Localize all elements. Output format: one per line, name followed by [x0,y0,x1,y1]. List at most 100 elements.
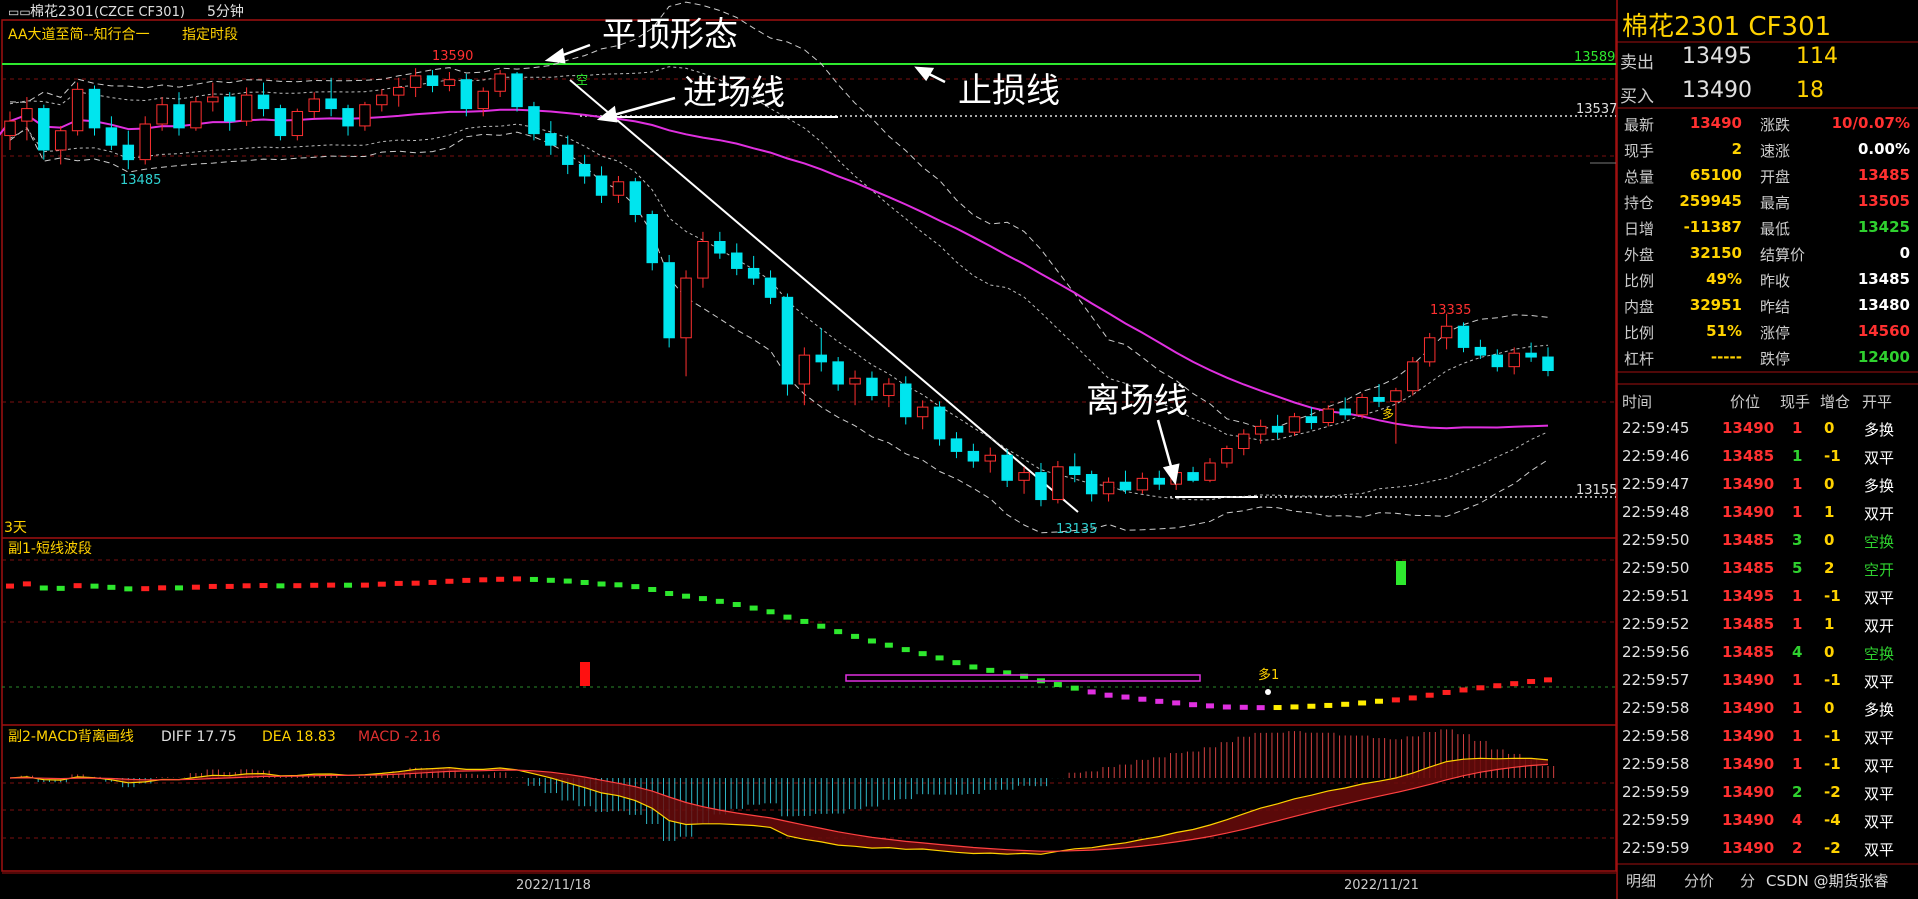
sub2-title[interactable]: 副2-MACD背离画线 [8,728,134,745]
stat-label: 持仓 [1624,194,1655,212]
sell-label: 卖出 [1620,53,1654,73]
candle-body [426,75,439,86]
trade-row[interactable]: 22:59:48 13490 1 1 双开 [1616,498,1918,526]
trade-row[interactable]: 22:59:58 13490 1 -1 双平 [1616,722,1918,750]
wave-dot [208,583,217,589]
trade-row[interactable]: 22:59:59 13490 4 -4 双平 [1616,806,1918,834]
trade-cell: 1 [1824,615,1835,633]
stat-label: 外盘 [1624,246,1655,264]
trade-row[interactable]: 22:59:57 13490 1 -1 双平 [1616,666,1918,694]
trade-row[interactable]: 22:59:59 13490 2 -2 双平 [1616,834,1918,862]
wave-dot [935,655,944,661]
tab-price[interactable]: 分价 [1684,870,1714,891]
trade-cell: 1 [1792,587,1803,605]
buy-row[interactable]: 买入 13490 18 [1616,76,1918,110]
segment-label[interactable]: 指定时段 [182,27,238,43]
wave-dot [1239,704,1248,710]
candle-body [1254,425,1267,435]
candle-body [832,361,844,385]
candle-body [1407,361,1419,392]
trade-row[interactable]: 22:59:56 13485 4 0 空换 [1616,638,1918,666]
wave-dot [1408,695,1417,701]
trade-row[interactable]: 22:59:47 13490 1 0 多换 [1616,470,1918,498]
trade-cell: -1 [1824,671,1841,689]
tab-more[interactable]: 分 [1740,870,1755,891]
trade-cell: 4 [1792,643,1803,661]
candle-body [156,104,168,125]
stat-value: 13505 [1857,192,1910,210]
wave-dot [1510,681,1519,687]
wave-dot [732,602,741,608]
trade-cell: 1 [1792,419,1803,437]
trade-row[interactable]: 22:59:58 13490 1 0 多换 [1616,694,1918,722]
trade-cell: 22:59:50 [1622,559,1690,577]
candle-body [731,252,743,269]
wave-dot [90,583,99,589]
trade-cell: 0 [1824,643,1835,661]
stat-2-0: 总量 65100 [1616,162,1748,188]
axis-stop-price: 13589 [1574,50,1615,65]
sell-row[interactable]: 卖出 13495 114 [1616,42,1918,76]
candle-body [849,377,861,385]
stat-value: 65100 [1689,166,1742,184]
candle-body [984,454,997,462]
wave-dot [800,618,809,624]
span-label: 3天 [4,520,27,536]
trade-cell: 0 [1824,699,1835,717]
wave-dot [884,642,893,648]
period-selector[interactable]: 5分钟 [207,3,244,20]
trade-cell: 22:59:47 [1622,475,1690,493]
candle-body [325,98,337,110]
tab-detail[interactable]: 明细 [1626,870,1656,891]
candle-body [1136,477,1149,491]
wave-dot [614,582,623,588]
trade-cell: -1 [1824,755,1841,773]
candle-body [1153,477,1166,485]
wave-dot [766,609,775,615]
trade-row[interactable]: 22:59:45 13490 1 0 多换 [1616,414,1918,442]
trade-row[interactable]: 22:59:50 13485 5 2 空开 [1616,554,1918,582]
wave-dot [1476,685,1485,691]
wave-dot [445,578,454,584]
watermark: CSDN @期货张睿 [1766,872,1889,890]
label-low: 13135 [1056,522,1097,537]
candle-body [409,75,422,88]
trade-row[interactable]: 22:59:51 13495 1 -1 双平 [1616,582,1918,610]
wave-dot [394,580,403,586]
trade-cell: -1 [1824,587,1841,605]
stat-3-1: 最高 13505 [1752,188,1916,214]
candle-body [392,86,405,96]
stat-1-0: 现手 2 [1616,136,1748,162]
candle-body [578,163,591,177]
wave-dot [1544,677,1552,683]
candle-body [1288,416,1301,433]
trade-cell: 13485 [1722,447,1775,465]
wave-dot [867,638,876,644]
main-indicator-name[interactable]: AA大道至简--知行合一 [8,26,150,43]
title-code: (CZCE CF301) [94,5,185,20]
trade-row[interactable]: 22:59:50 13485 3 0 空换 [1616,526,1918,554]
candle-body [122,144,135,161]
wave-dot [648,586,657,592]
wave-dot [817,623,826,629]
trade-row[interactable]: 22:59:46 13485 1 -1 双平 [1616,442,1918,470]
stat-value: 12400 [1857,348,1910,366]
buy-label: 买入 [1620,87,1654,107]
candle-body [781,296,794,385]
wave-dot [1205,703,1214,709]
trade-cell: 22:59:48 [1622,503,1690,521]
band-line-2 [9,66,1549,441]
trade-row[interactable]: 22:59:58 13490 1 -1 双平 [1616,750,1918,778]
sub1-title[interactable]: 副1-短线波段 [8,541,92,557]
candle-body [240,94,253,122]
stat-label: 总量 [1624,168,1655,186]
trade-row[interactable]: 22:59:52 13485 1 1 双开 [1616,610,1918,638]
trade-row[interactable]: 22:59:59 13490 2 -2 双平 [1616,778,1918,806]
quote-header: 棉花2301 CF301 [1622,12,1832,42]
stat-1-1: 速涨 0.00% [1752,136,1916,162]
wave-dot [175,585,184,591]
candle-body [54,130,67,151]
menu-icon[interactable]: ▭▭ [8,5,31,19]
annotation-stop: 止损线 [958,71,1060,111]
trade-cell: 多换 [1864,701,1895,719]
